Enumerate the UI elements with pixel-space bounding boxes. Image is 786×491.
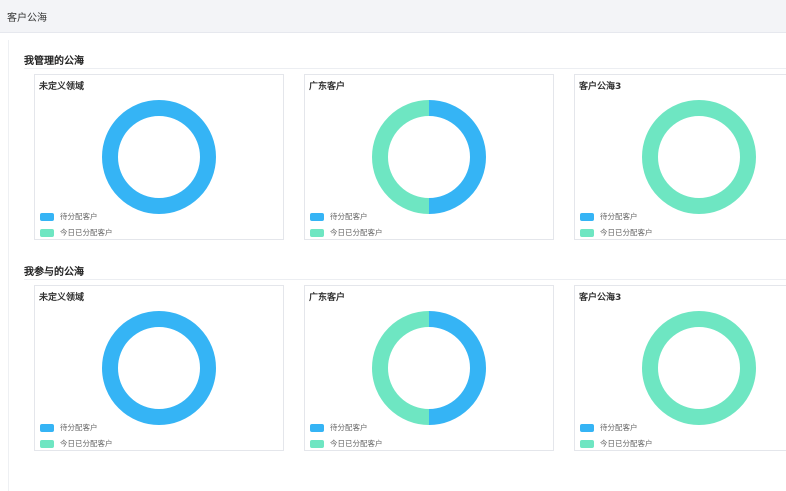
slice-pending[interactable] — [102, 311, 216, 425]
main-panel: 我管理的公海 未定义领域 待分配客户 今日已分配客户 广东客户 待分配客户 今日… — [8, 40, 786, 491]
slice-pending[interactable] — [428, 100, 486, 214]
legend-swatch — [310, 439, 324, 448]
section-divider — [24, 68, 786, 69]
legend-swatch — [310, 423, 324, 432]
legend-swatch — [40, 212, 54, 221]
page-title: 客户公海 — [7, 13, 47, 24]
legend-item-assigned[interactable]: 今日已分配客户 — [310, 227, 383, 238]
legend-swatch — [580, 423, 594, 432]
legend-label: 待分配客户 — [600, 212, 638, 221]
slice-assigned[interactable] — [372, 100, 430, 214]
legend-swatch — [310, 212, 324, 221]
legend-label: 今日已分配客户 — [330, 228, 383, 237]
legend-swatch — [40, 423, 54, 432]
slice-assigned[interactable] — [642, 311, 756, 425]
legend-label: 待分配客户 — [60, 212, 98, 221]
legend-item-pending[interactable]: 待分配客户 — [310, 422, 368, 433]
legend-item-pending[interactable]: 待分配客户 — [580, 211, 638, 222]
slice-assigned[interactable] — [642, 100, 756, 214]
section-divider — [24, 279, 786, 280]
legend-item-assigned[interactable]: 今日已分配客户 — [40, 438, 113, 449]
slice-pending[interactable] — [102, 100, 216, 214]
legend-swatch — [580, 228, 594, 237]
legend-item-pending[interactable]: 待分配客户 — [310, 211, 368, 222]
legend-item-pending[interactable]: 待分配客户 — [580, 422, 638, 433]
chart-card: 未定义领域 待分配客户 今日已分配客户 — [34, 285, 284, 451]
legend-label: 今日已分配客户 — [600, 439, 653, 448]
legend-swatch — [580, 212, 594, 221]
slice-assigned[interactable] — [372, 311, 430, 425]
legend-swatch — [310, 228, 324, 237]
legend-item-assigned[interactable]: 今日已分配客户 — [310, 438, 383, 449]
legend-swatch — [580, 439, 594, 448]
top-bar: 客户公海 — [0, 0, 786, 33]
legend-label: 待分配客户 — [330, 423, 368, 432]
section-title-participating: 我参与的公海 — [24, 267, 84, 278]
chart-card: 客户公海3 待分配客户 今日已分配客户 — [574, 74, 786, 240]
legend-label: 今日已分配客户 — [330, 439, 383, 448]
legend-label: 今日已分配客户 — [60, 439, 113, 448]
legend-label: 今日已分配客户 — [60, 228, 113, 237]
legend-label: 今日已分配客户 — [600, 228, 653, 237]
legend-item-assigned[interactable]: 今日已分配客户 — [580, 227, 653, 238]
legend-swatch — [40, 228, 54, 237]
chart-card: 未定义领域 待分配客户 今日已分配客户 — [34, 74, 284, 240]
legend-item-assigned[interactable]: 今日已分配客户 — [40, 227, 113, 238]
chart-card: 客户公海3 待分配客户 今日已分配客户 — [574, 285, 786, 451]
legend-item-pending[interactable]: 待分配客户 — [40, 211, 98, 222]
legend-item-assigned[interactable]: 今日已分配客户 — [580, 438, 653, 449]
legend-swatch — [40, 439, 54, 448]
legend-label: 待分配客户 — [600, 423, 638, 432]
chart-card: 广东客户 待分配客户 今日已分配客户 — [304, 74, 554, 240]
legend-label: 待分配客户 — [330, 212, 368, 221]
legend-label: 待分配客户 — [60, 423, 98, 432]
section-title-managed: 我管理的公海 — [24, 56, 84, 67]
legend-item-pending[interactable]: 待分配客户 — [40, 422, 98, 433]
slice-pending[interactable] — [428, 311, 486, 425]
chart-card: 广东客户 待分配客户 今日已分配客户 — [304, 285, 554, 451]
